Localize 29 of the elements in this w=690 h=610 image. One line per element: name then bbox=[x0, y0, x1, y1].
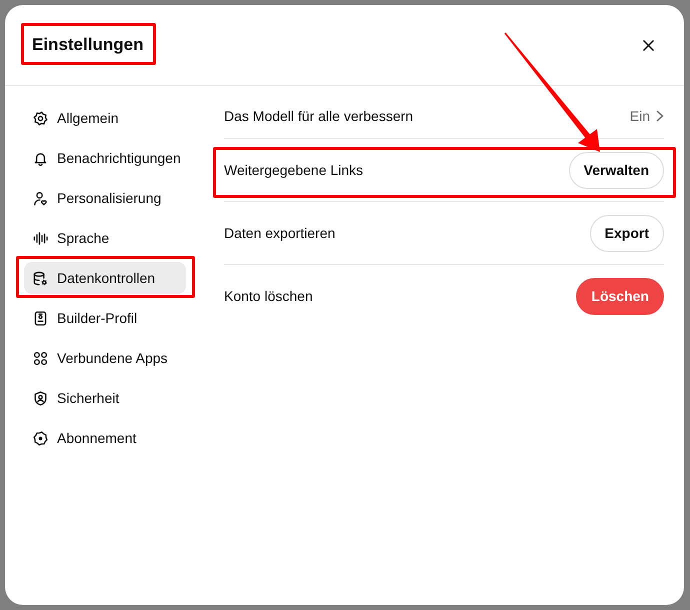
database-gear-icon bbox=[33, 270, 48, 286]
seal-icon bbox=[33, 430, 48, 446]
delete-button[interactable]: Löschen bbox=[576, 278, 664, 315]
chevron-icon bbox=[656, 110, 664, 122]
sidebar-item[interactable]: Datenkontrollen bbox=[24, 262, 186, 294]
sidebar-item[interactable]: Verbundene Apps bbox=[24, 342, 186, 374]
person-heart-icon bbox=[33, 190, 48, 206]
shield-person-icon bbox=[33, 390, 48, 406]
sidebar-item[interactable]: Abonnement bbox=[24, 422, 186, 454]
close-icon bbox=[642, 40, 654, 50]
setting-label: Konto löschen bbox=[224, 287, 313, 306]
id-card-icon bbox=[33, 310, 48, 326]
sidebar-item[interactable]: Benachrichtigungen bbox=[24, 142, 186, 174]
dialog-title: Einstellungen bbox=[32, 34, 144, 56]
sidebar-item[interactable]: Personalisierung bbox=[24, 182, 186, 214]
sidebar-item[interactable]: Allgemein bbox=[24, 102, 186, 134]
four-circles-icon bbox=[33, 350, 48, 366]
sidebar-item[interactable]: Sprache bbox=[24, 222, 186, 254]
bell-icon bbox=[33, 150, 48, 166]
gear-icon bbox=[33, 110, 48, 126]
sidebar-item[interactable]: Sicherheit bbox=[24, 382, 186, 414]
setting-label: Daten exportieren bbox=[224, 224, 336, 243]
setting-label: Weitergegebene Links bbox=[224, 160, 364, 180]
value-link[interactable]: Ein bbox=[630, 106, 664, 126]
sidebar-item[interactable]: Builder-Profil bbox=[24, 302, 186, 334]
action-button[interactable]: Verwalten bbox=[568, 152, 664, 188]
sound-wave-icon bbox=[33, 230, 48, 246]
action-button[interactable]: Export bbox=[590, 214, 664, 252]
setting-label: Das Modell für alle verbessern bbox=[224, 106, 414, 126]
